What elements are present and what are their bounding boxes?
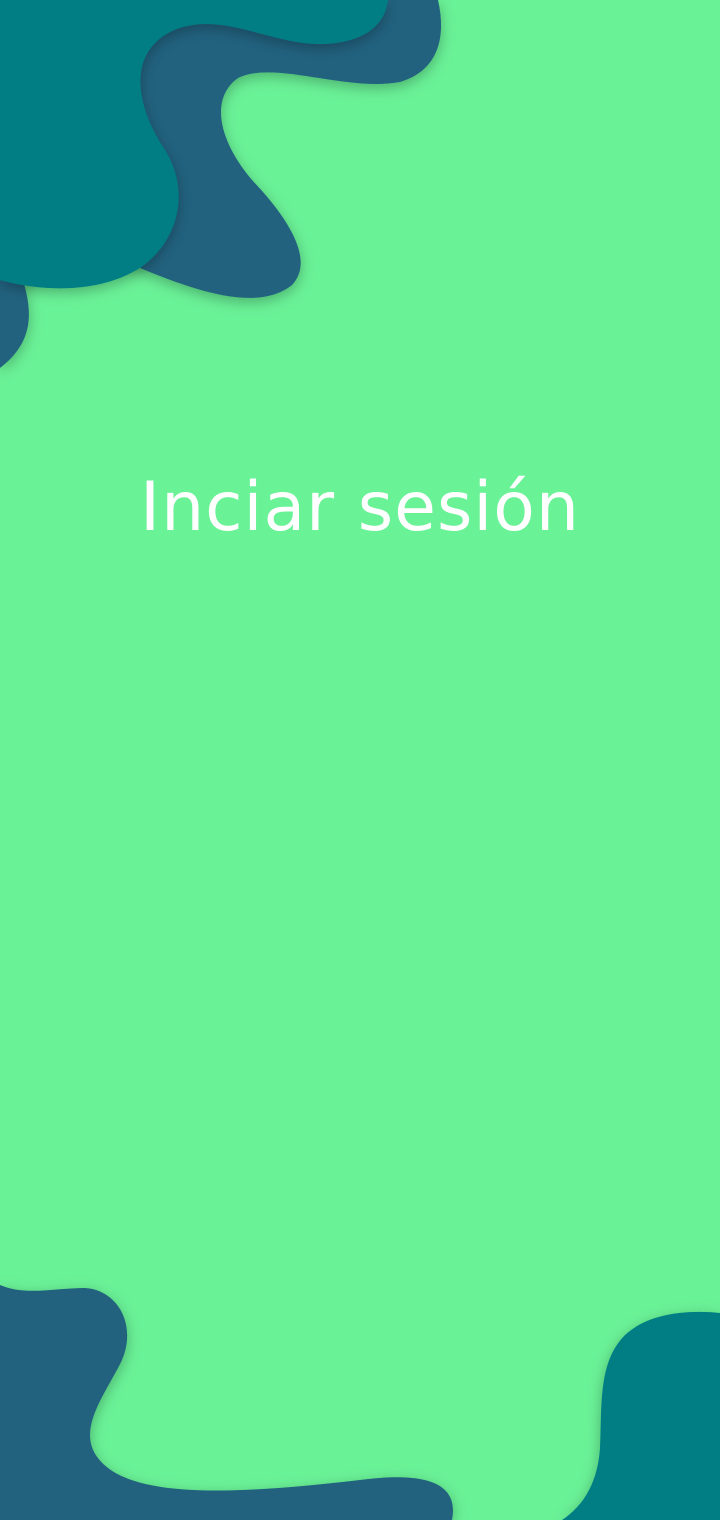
page-title: Inciar sesión bbox=[140, 468, 580, 547]
login-screen: Inciar sesión bbox=[0, 0, 720, 1520]
bottom-left-dark-blob bbox=[0, 1285, 454, 1520]
bottom-right-teal-blob bbox=[562, 1311, 720, 1520]
decorative-blob-background bbox=[0, 0, 720, 1520]
